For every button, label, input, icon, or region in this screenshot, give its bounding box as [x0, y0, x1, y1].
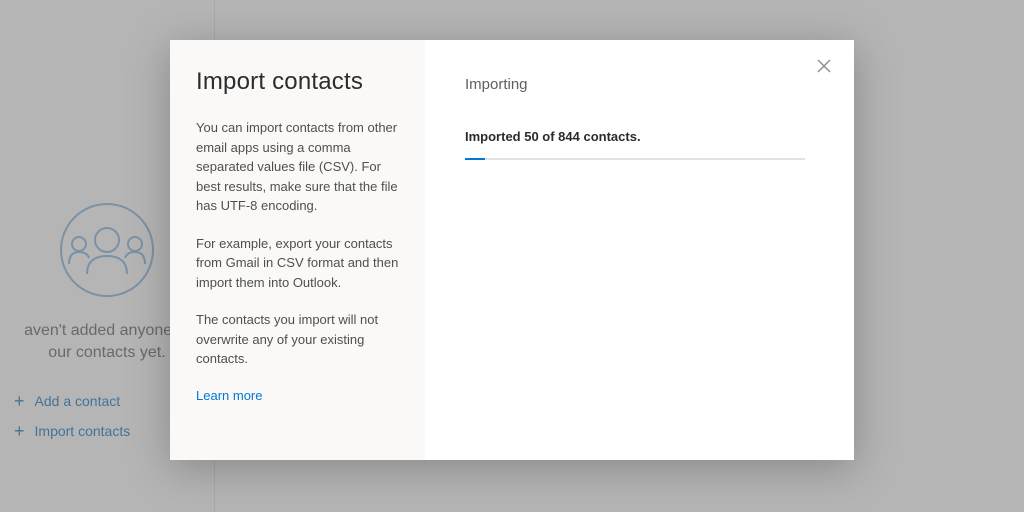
- progress-bar-fill: [465, 158, 485, 160]
- importing-heading: Importing: [465, 76, 814, 93]
- close-button[interactable]: [812, 54, 836, 78]
- dialog-paragraph: You can import contacts from other email…: [196, 118, 399, 216]
- dialog-info-pane: Import contacts You can import contacts …: [170, 40, 425, 460]
- dialog-title: Import contacts: [196, 68, 399, 96]
- progress-bar: [465, 158, 805, 160]
- dialog-paragraph: For example, export your contacts from G…: [196, 234, 399, 293]
- learn-more-link[interactable]: Learn more: [196, 388, 262, 403]
- dialog-progress-pane: Importing Imported 50 of 844 contacts.: [425, 40, 854, 460]
- dialog-paragraph: The contacts you import will not overwri…: [196, 310, 399, 369]
- import-status-text: Imported 50 of 844 contacts.: [465, 129, 814, 144]
- close-icon: [817, 59, 831, 73]
- import-contacts-dialog: Import contacts You can import contacts …: [170, 40, 854, 460]
